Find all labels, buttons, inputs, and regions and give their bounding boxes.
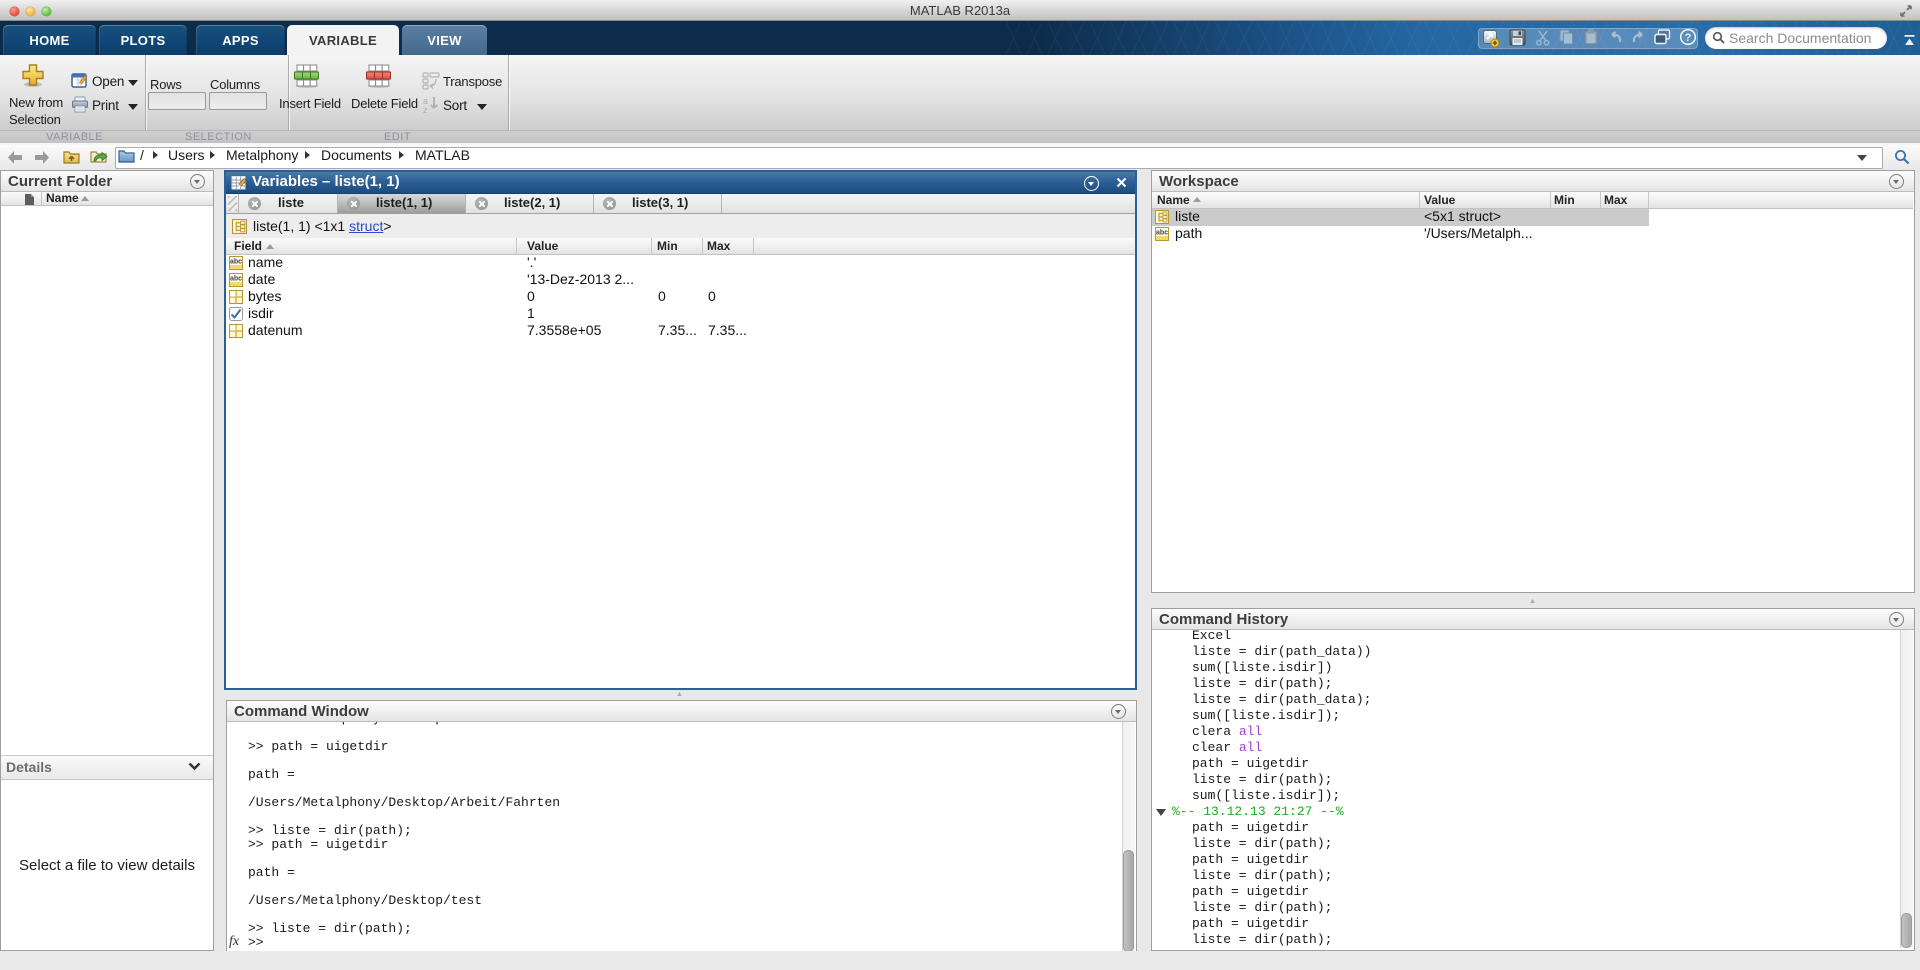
svg-text:z: z bbox=[423, 105, 428, 114]
svg-text:abc: abc bbox=[230, 276, 242, 283]
svg-text:abc: abc bbox=[1156, 230, 1168, 237]
svg-text:?: ? bbox=[1685, 32, 1692, 44]
svg-text:abc: abc bbox=[230, 259, 242, 266]
